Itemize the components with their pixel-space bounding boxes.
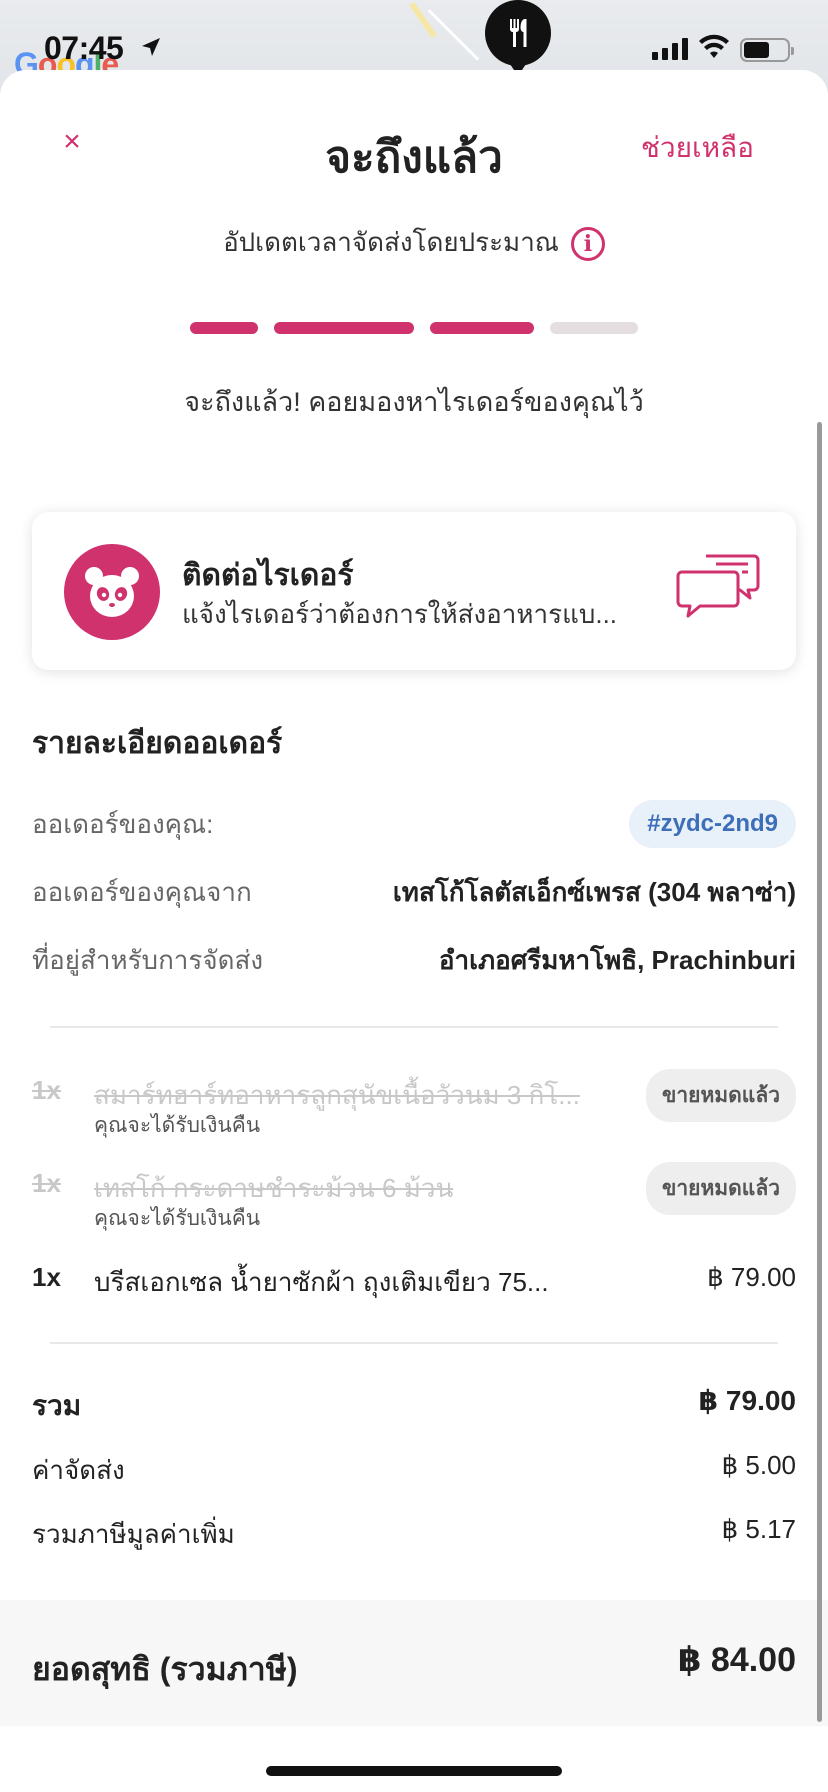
home-indicator[interactable] [266,1766,562,1776]
vat-row: รวมภาษีมูลค่าเพิ่ม ฿ 5.17 [32,1514,796,1555]
order-id-row: ออเดอร์ของคุณ: #zydc-2nd9 [32,800,796,848]
item-price: ฿ 79.00 [707,1262,796,1292]
item-quantity: 1x [32,1168,61,1198]
total-value: ฿ 84.00 [677,1641,796,1679]
progress-step [550,322,638,334]
progress-step [190,322,258,334]
battery-icon [740,38,794,62]
foodpanda-logo [64,544,160,640]
delivery-fee-value: ฿ 5.00 [721,1450,796,1480]
wifi-icon [699,34,729,58]
order-item: 1x สมาร์ทฮาร์ทอาหารลูกสุนัขเนื้อวัวนม 3 … [32,1069,796,1137]
subtotal-value: ฿ 79.00 [698,1385,796,1416]
chat-bubbles-icon[interactable] [676,552,760,622]
rider-card-subtitle: แจ้งไรเดอร์ว่าต้องการให้ส่งอาหารแบ... [182,599,618,629]
order-id-badge: #zydc-2nd9 [629,800,796,848]
status-time: 07:45 [44,30,124,66]
order-tracking-sheet: × จะถึงแล้ว ช่วยเหลือ อัปเดตเวลาจัดส่งโด… [0,70,828,1792]
order-details-title: รายละเอียดออเดอร์ [32,727,283,760]
total-bar: ยอดสุทธิ (รวมภาษี) ฿ 84.00 [0,1600,828,1726]
help-link[interactable]: ช่วยเหลือ [641,126,754,170]
order-from-label: ออเดอร์ของคุณจาก [32,877,252,907]
order-from-row: ออเดอร์ของคุณจาก เทสโก้โลตัสเอ็กซ์เพรส (… [32,872,796,913]
item-refund-note: คุณจะได้รับเงินคืน [94,1207,261,1230]
status-message: จะถึงแล้ว! คอยมองหาไรเดอร์ของคุณไว้ [184,387,644,417]
delivery-fee-label: ค่าจัดส่ง [32,1455,125,1485]
contact-rider-card[interactable]: ติดต่อไรเดอร์ แจ้งไรเดอร์ว่าต้องการให้ส่… [32,512,796,670]
total-label: ยอดสุทธิ (รวมภาษี) [32,1651,298,1687]
sheet-header: × จะถึงแล้ว ช่วยเหลือ [0,70,828,210]
delivery-address-label: ที่อยู่สำหรับการจัดส่ง [32,945,264,975]
sold-out-badge: ขายหมดแล้ว [646,1069,796,1122]
eta-label-text: อัปเดตเวลาจัดส่งโดยประมาณ [223,227,559,257]
subtotal-label: รวม [32,1390,82,1421]
delivery-fee-row: ค่าจัดส่ง ฿ 5.00 [32,1450,796,1491]
vat-value: ฿ 5.17 [721,1514,796,1544]
item-quantity: 1x [32,1262,61,1292]
divider [50,1342,778,1344]
location-arrow-icon [142,38,160,56]
item-quantity: 1x [32,1075,61,1105]
rider-card-title: ติดต่อไรเดอร์ [182,559,354,592]
order-item: 1x เทสโก้ กระดาษชำระม้วน 6 ม้วน คุณจะได้… [32,1162,796,1230]
divider [50,1026,778,1028]
delivery-address-row: ที่อยู่สำหรับการจัดส่ง อำเภอศรีมหาโพธิ, … [32,940,796,981]
subtotal-row: รวม ฿ 79.00 [32,1384,796,1428]
delivery-progress [190,322,638,334]
item-refund-note: คุณจะได้รับเงินคืน [94,1114,261,1137]
order-id-label: ออเดอร์ของคุณ: [32,808,214,839]
scrollbar[interactable] [817,422,822,1722]
item-name: บรีสเอกเซล น้ำยาซักผ้า ถุงเติมเขียว 75..… [94,1267,549,1297]
order-from-value: เทสโก้โลตัสเอ็กซ์เพรส (304 พลาซ่า) [392,877,796,907]
eta-label: อัปเดตเวลาจัดส่งโดยประมาณ i [0,222,828,263]
sold-out-badge: ขายหมดแล้ว [646,1162,796,1215]
cellular-signal-icon [652,38,688,60]
vat-label: รวมภาษีมูลค่าเพิ่ม [32,1519,235,1549]
order-item: 1x บรีสเอกเซล น้ำยาซักผ้า ถุงเติมเขียว 7… [32,1256,796,1316]
progress-step [430,322,534,334]
progress-step [274,322,414,334]
info-icon[interactable]: i [570,227,605,262]
delivery-address-value: อำเภอศรีมหาโพธิ, Prachinburi [438,945,796,975]
